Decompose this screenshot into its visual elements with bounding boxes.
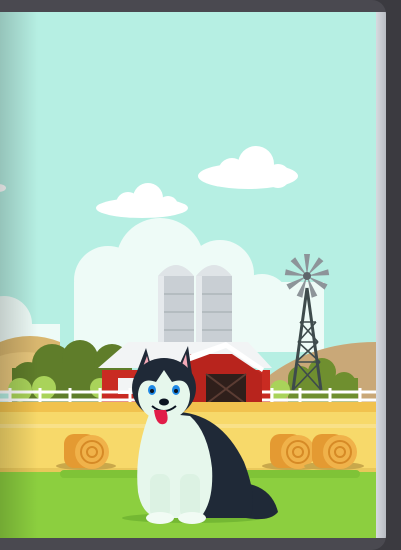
storybook-page[interactable] <box>0 12 376 538</box>
storybook <box>0 0 386 550</box>
farm-illustration <box>0 12 376 538</box>
page-edge <box>376 12 386 538</box>
